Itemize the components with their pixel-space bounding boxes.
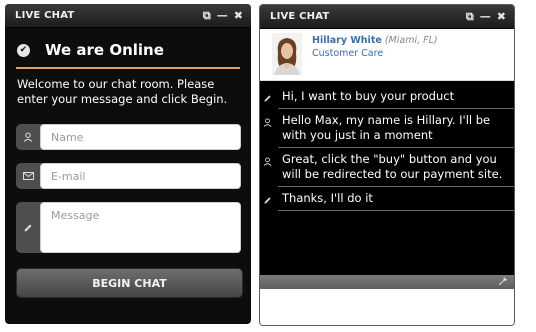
wrench-icon[interactable]	[498, 276, 508, 289]
right-titlebar[interactable]: LIVE CHAT ⧉ — ✖	[260, 5, 514, 29]
user-icon	[262, 117, 272, 127]
message-text: Hello Max, my name is Hillary. I'll be w…	[282, 113, 491, 142]
right-title: LIVE CHAT	[270, 11, 330, 22]
avatar	[272, 33, 302, 75]
agent-role: Customer Care	[312, 48, 384, 59]
chat-input-area[interactable]	[260, 289, 514, 325]
user-icon	[262, 156, 272, 166]
message-text: Hi, I want to buy your product	[282, 89, 455, 103]
agent-name[interactable]: Hillary White	[312, 35, 382, 46]
minimize-icon[interactable]: —	[217, 10, 228, 21]
popout-icon[interactable]: ⧉	[203, 10, 211, 21]
user-icon	[16, 124, 40, 150]
message-text: Great, click the "buy" button and you wi…	[282, 152, 503, 181]
pencil-icon	[16, 202, 40, 253]
list-item: Thanks, I'll do it	[263, 187, 514, 211]
pencil-icon	[262, 195, 272, 205]
agent-info: Hillary White (Miami, FL) Customer Care	[312, 33, 438, 61]
chat-toolbar	[260, 275, 514, 289]
begin-chat-button[interactable]: BEGIN CHAT	[16, 268, 243, 298]
chat-conversation-widget: LIVE CHAT ⧉ — ✖ Hillary White (Miami, FL…	[259, 4, 515, 326]
message-input[interactable]	[40, 202, 241, 253]
close-icon[interactable]: ✖	[234, 10, 243, 21]
online-heading: We are Online	[45, 41, 164, 59]
agent-location: (Miami, FL)	[384, 35, 438, 46]
message-list[interactable]: Hi, I want to buy your product Hello Max,…	[260, 81, 514, 275]
right-window-controls: ⧉ — ✖	[466, 11, 506, 22]
name-field	[16, 124, 241, 150]
message-text: Thanks, I'll do it	[282, 191, 373, 205]
list-item: Great, click the "buy" button and you wi…	[263, 148, 514, 187]
left-window-controls: ⧉ — ✖	[203, 10, 243, 21]
popout-icon[interactable]: ⧉	[466, 11, 474, 22]
online-status: ✔ We are Online	[5, 35, 251, 65]
chat-login-widget: LIVE CHAT ⧉ — ✖ ✔ We are Online Welcome …	[5, 4, 251, 324]
name-input[interactable]	[40, 124, 241, 150]
email-input[interactable]	[40, 163, 241, 189]
envelope-icon	[16, 163, 40, 189]
left-title: LIVE CHAT	[15, 10, 75, 21]
email-field	[16, 163, 241, 189]
list-item: Hello Max, my name is Hillary. I'll be w…	[263, 109, 514, 148]
left-titlebar[interactable]: LIVE CHAT ⧉ — ✖	[5, 4, 251, 28]
close-icon[interactable]: ✖	[497, 11, 506, 22]
agent-name-line: Hillary White (Miami, FL)	[312, 34, 438, 47]
agent-header: Hillary White (Miami, FL) Customer Care	[260, 29, 514, 81]
minimize-icon[interactable]: —	[480, 11, 491, 22]
check-icon: ✔	[17, 43, 30, 57]
welcome-text: Welcome to our chat room. Please enter y…	[17, 77, 228, 106]
pencil-icon	[262, 93, 272, 103]
list-item: Hi, I want to buy your product	[263, 85, 514, 109]
message-field	[16, 202, 241, 253]
